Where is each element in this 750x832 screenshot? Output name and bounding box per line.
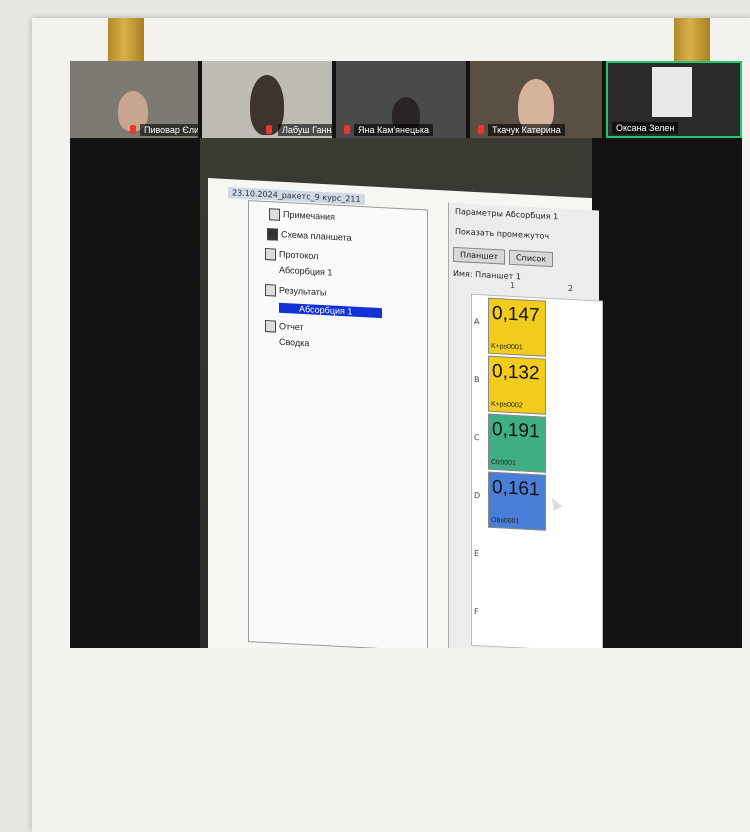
participant-name: Пивовар Єлизавета bbox=[140, 124, 198, 136]
mic-muted-icon bbox=[130, 125, 136, 134]
participant-name: Лабуш Ганна bbox=[278, 124, 332, 136]
tree-item-results-absorbance[interactable]: Абсорбция 1 bbox=[279, 302, 383, 319]
mic-muted-icon bbox=[344, 125, 350, 134]
participant-tile[interactable]: Ткачук Катерина bbox=[470, 61, 602, 138]
tab-list[interactable]: Список bbox=[509, 249, 554, 268]
mic-muted-icon bbox=[266, 125, 272, 134]
tree-item-notes[interactable]: Примечания bbox=[269, 208, 335, 223]
tab-plate[interactable]: Планшет bbox=[453, 246, 506, 265]
tree-item-protocol[interactable]: Протокол bbox=[265, 247, 318, 263]
plate-grid: 1 2 A B C D E F 0,147 K+ps0001 0,132 K+p… bbox=[471, 281, 603, 648]
participant-video bbox=[652, 67, 692, 117]
row-label: C bbox=[474, 432, 480, 443]
notes-icon bbox=[269, 208, 280, 221]
participant-name: Ткачук Катерина bbox=[488, 124, 565, 136]
participant-name: Яна Кам'янецька bbox=[354, 124, 433, 136]
column-label: 2 bbox=[568, 283, 574, 294]
tree-item-report[interactable]: Отчет bbox=[265, 319, 304, 334]
participant-tile[interactable]: Лабуш Ганна bbox=[202, 61, 332, 138]
tree-item-summary[interactable]: Сводка bbox=[279, 337, 309, 349]
shared-screen: 23.10.2024_ракетс_9 курс_211 Примечания … bbox=[200, 138, 603, 648]
participant-strip: Пивовар Єлизавета Лабуш Ганна Яна Кам'ян… bbox=[70, 61, 742, 138]
protocol-icon bbox=[265, 247, 276, 261]
tree-item-protocol-absorbance[interactable]: Абсорбция 1 bbox=[279, 265, 332, 278]
results-icon bbox=[265, 283, 276, 297]
mouse-cursor-icon bbox=[547, 495, 563, 511]
tree-item-results[interactable]: Результаты bbox=[265, 283, 326, 299]
well-a1[interactable]: 0,147 K+ps0001 bbox=[488, 297, 546, 357]
well-b1[interactable]: 0,132 K+ps0002 bbox=[488, 355, 546, 415]
row-label: F bbox=[474, 606, 479, 617]
report-icon bbox=[265, 319, 276, 333]
participant-name: Оксана Зелен bbox=[612, 122, 679, 134]
participant-tile[interactable]: Пивовар Єлизавета bbox=[70, 61, 198, 138]
row-label: A bbox=[474, 316, 480, 327]
analyzer-window: 23.10.2024_ракетс_9 курс_211 Примечания … bbox=[208, 178, 603, 648]
participant-tile[interactable]: Яна Кам'янецька bbox=[336, 61, 466, 138]
row-label: B bbox=[474, 374, 480, 385]
show-intermediate-checkbox[interactable]: Показать промежуточ bbox=[455, 227, 549, 241]
plate-icon bbox=[267, 228, 278, 241]
navigation-tree: Примечания Схема планшета Протокол Абсор… bbox=[248, 200, 428, 648]
parameters-panel: Параметры Абсорбция 1 Показать промежуто… bbox=[448, 202, 603, 648]
participant-tile-active[interactable]: Оксана Зелен bbox=[606, 61, 742, 138]
meeting-photo: Пивовар Єлизавета Лабуш Ганна Яна Кам'ян… bbox=[70, 61, 742, 648]
well-d1[interactable]: 0,161 Obs0001 bbox=[488, 471, 546, 531]
row-label: E bbox=[474, 548, 480, 559]
plate-name-label: Имя: Планшет 1 bbox=[453, 268, 521, 282]
row-label: D bbox=[474, 490, 481, 501]
column-label: 1 bbox=[510, 280, 516, 291]
tree-item-plate-layout[interactable]: Схема планшета bbox=[267, 228, 352, 244]
mic-muted-icon bbox=[478, 125, 484, 134]
parameters-title: Параметры Абсорбция 1 bbox=[455, 206, 559, 222]
well-c1[interactable]: 0,191 Ctr0001 bbox=[488, 413, 546, 473]
